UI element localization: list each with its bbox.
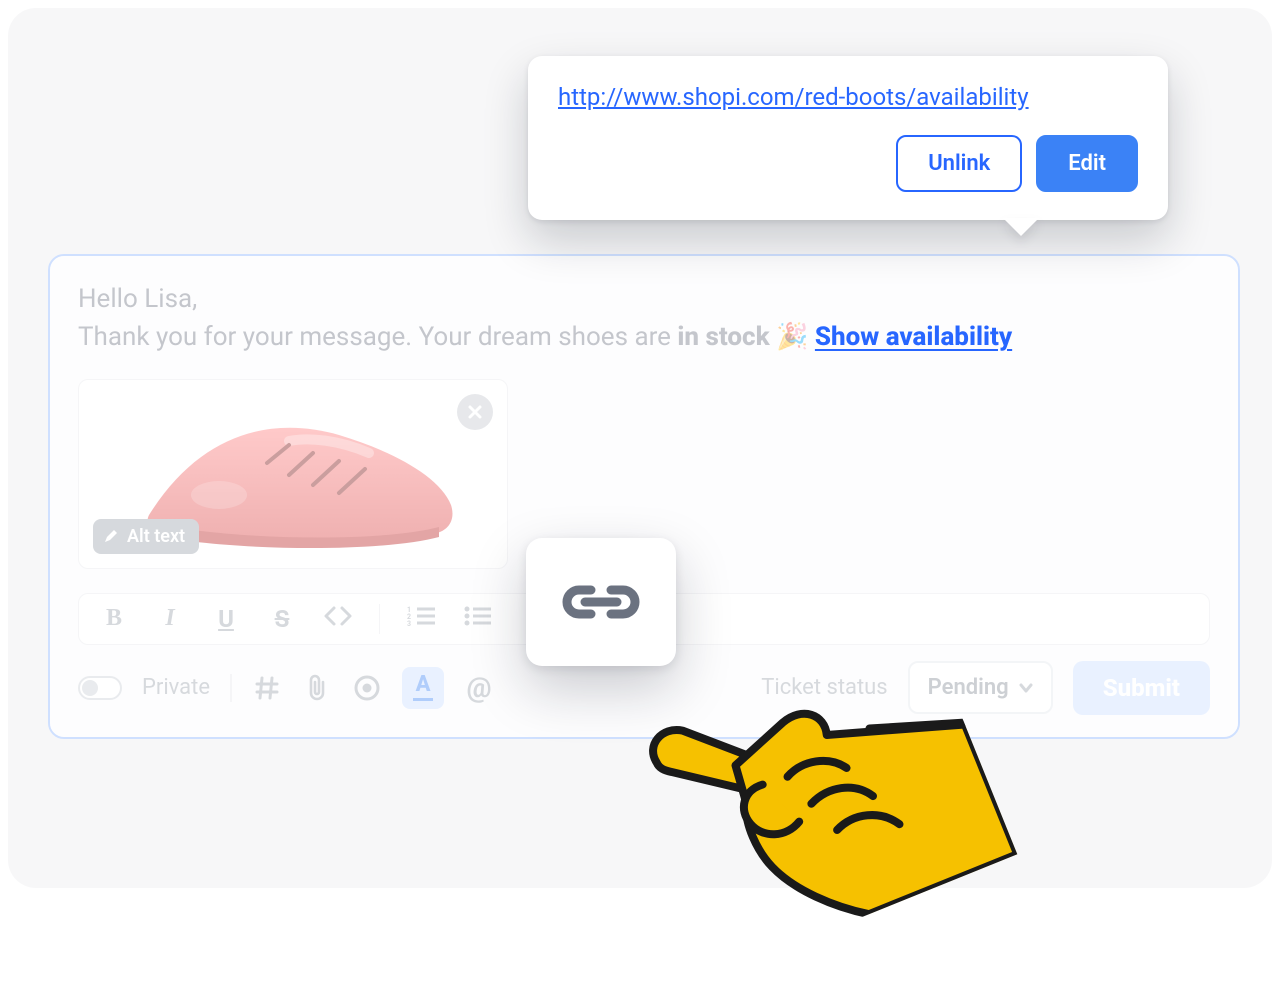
code-button[interactable] [321,605,355,633]
italic-button[interactable]: I [153,605,187,632]
popover-actions: Unlink Edit [558,135,1138,192]
link-popover: http://www.shopi.com/red-boots/availabil… [528,56,1168,220]
bold-button[interactable]: B [97,605,131,632]
code-icon [323,605,353,627]
private-label: Private [142,675,210,700]
hash-icon [254,675,280,701]
underline-button[interactable]: U [209,605,243,633]
attachment-remove-button[interactable] [457,394,493,430]
mention-button[interactable]: @ [464,673,494,703]
link-tool-card[interactable] [526,538,676,666]
attach-button[interactable] [302,673,332,703]
bullet-list-icon [463,605,491,627]
chevron-down-icon [1019,683,1033,693]
paperclip-icon [306,674,328,702]
bullet-list-button[interactable] [460,605,494,633]
greeting-text: Hello Lisa, [78,284,197,314]
private-toggle[interactable] [78,676,122,700]
close-icon [467,404,483,420]
pencil-icon [103,528,119,544]
ordered-list-button[interactable]: 1 2 3 [404,605,438,633]
body-line2: Thank you for your message. Your dream s… [78,322,677,352]
unlink-button[interactable]: Unlink [896,135,1022,192]
record-icon [353,674,381,702]
record-button[interactable] [352,673,382,703]
footer-separator [230,674,232,702]
image-attachment[interactable]: Alt text [78,379,508,569]
alt-text-button[interactable]: Alt text [93,519,199,554]
text-color-underbar [413,698,433,701]
in-stock-text: in stock [677,322,769,352]
submit-button[interactable]: Submit [1073,661,1210,715]
app-canvas: Hello Lisa, Thank you for your message. … [8,8,1272,888]
strike-button[interactable]: S [265,605,299,633]
text-color-glyph: A [416,674,431,696]
popover-url-link[interactable]: http://www.shopi.com/red-boots/availabil… [558,82,1138,113]
edit-link-button[interactable]: Edit [1036,135,1138,192]
message-editor[interactable]: Hello Lisa, Thank you for your message. … [48,254,1240,739]
tag-button[interactable] [252,673,282,703]
alt-text-label: Alt text [127,526,185,547]
svg-text:3: 3 [407,620,411,627]
celebrate-emoji: 🎉 [776,322,808,352]
editor-body[interactable]: Hello Lisa, Thank you for your message. … [78,280,1210,357]
toolbar-separator [379,604,380,634]
ordered-list-icon: 1 2 3 [407,605,435,627]
text-color-button[interactable]: A [402,667,444,709]
link-icon [555,576,647,628]
show-availability-link[interactable]: Show availability [815,322,1012,352]
